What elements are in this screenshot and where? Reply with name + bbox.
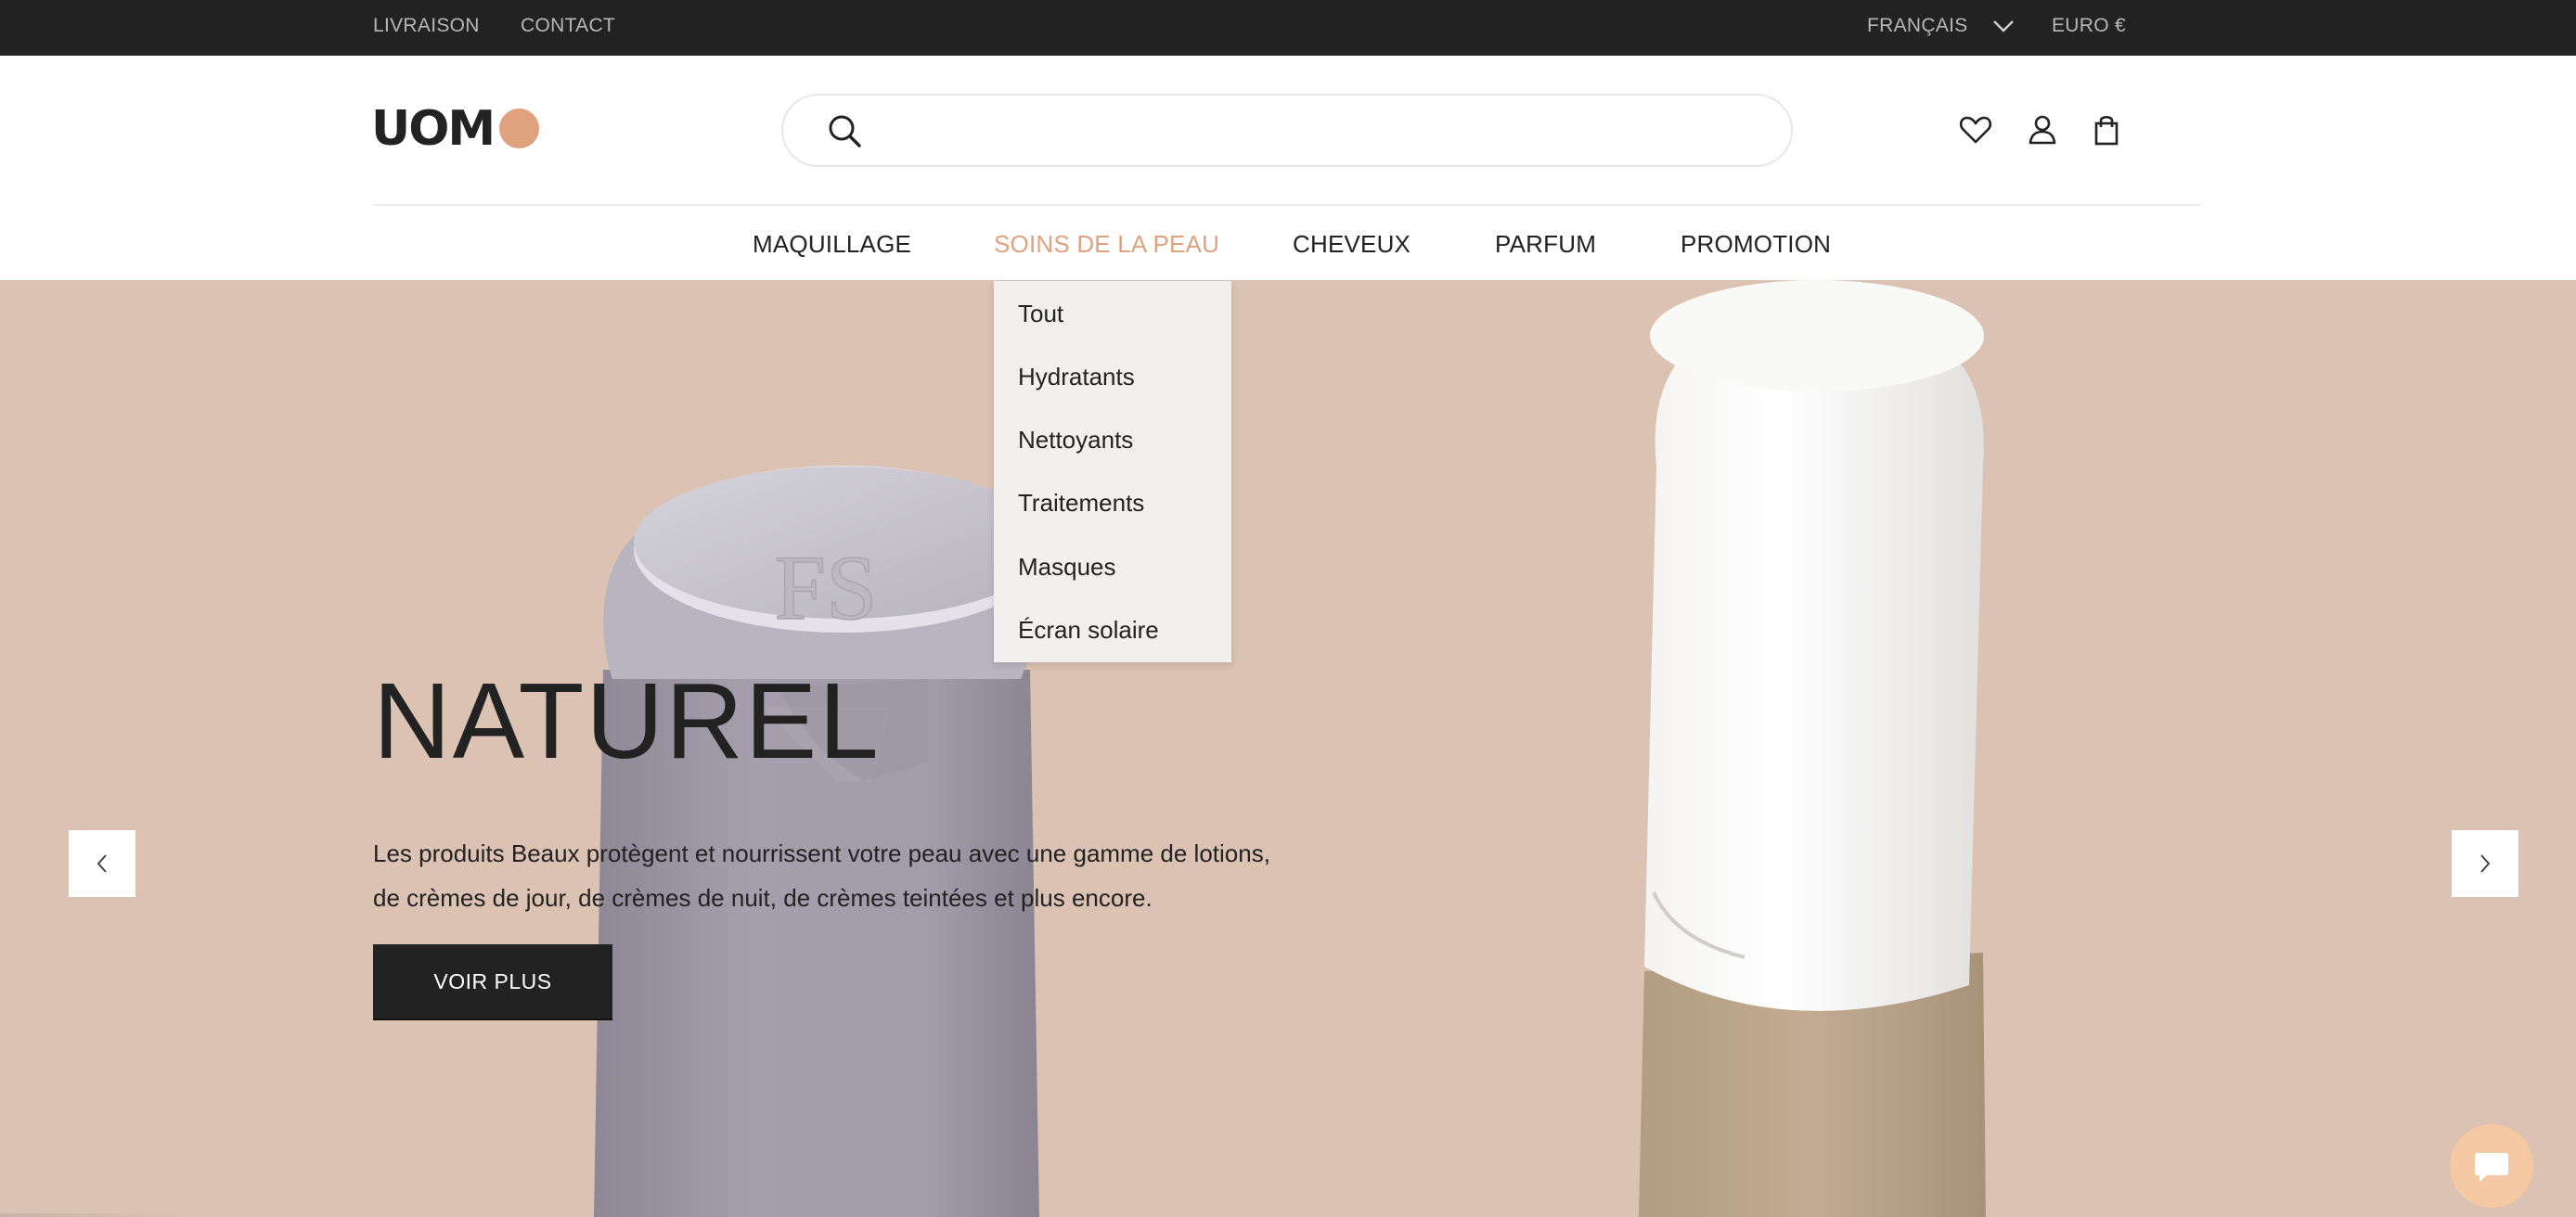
livraison-link[interactable]: LIVRAISON bbox=[373, 0, 480, 56]
logo-text: UOM bbox=[371, 101, 496, 157]
dropdown-item-nettoyants[interactable]: Nettoyants bbox=[1018, 421, 1133, 458]
hero-slider: FS NATUREL Les produits Beaux protègent … bbox=[0, 280, 2576, 1217]
chevron-down-icon[interactable] bbox=[1990, 16, 2017, 36]
nav-item-promotion[interactable]: PROMOTION bbox=[1681, 225, 1831, 263]
contact-link[interactable]: CONTACT bbox=[521, 0, 615, 56]
bottom-edge-shadow bbox=[0, 1213, 186, 1217]
nav-item-parfum[interactable]: PARFUM bbox=[1495, 225, 1596, 263]
dropdown-item-hydratants[interactable]: Hydratants bbox=[1018, 358, 1135, 395]
heart-icon[interactable] bbox=[1957, 111, 1994, 148]
user-icon[interactable] bbox=[2024, 111, 2061, 148]
slider-next-button[interactable] bbox=[2452, 830, 2518, 897]
logo-dot bbox=[499, 109, 539, 148]
chevron-right-icon bbox=[2480, 854, 2491, 873]
currency-selector[interactable]: EURO € bbox=[2052, 0, 2126, 56]
nav-item-cheveux[interactable]: CHEVEUX bbox=[1293, 225, 1410, 263]
hero-title: NATUREL bbox=[373, 660, 881, 781]
chat-button[interactable] bbox=[2450, 1124, 2533, 1208]
hero-description-line-1: Les produits Beaux protègent et nourriss… bbox=[373, 839, 1270, 867]
search-bar[interactable] bbox=[781, 94, 1793, 167]
hero-description: Les produits Beaux protègent et nourriss… bbox=[373, 831, 1301, 920]
voir-plus-button[interactable]: VOIR PLUS bbox=[373, 944, 612, 1018]
header-divider bbox=[373, 204, 2201, 206]
dropdown-item-traitements[interactable]: Traitements bbox=[1018, 484, 1144, 521]
nav-item-soins-de-la-peau[interactable]: SOINS DE LA PEAU bbox=[994, 225, 1219, 263]
nav-item-maquillage[interactable]: MAQUILLAGE bbox=[753, 225, 911, 263]
dropdown-item-ecran-solaire[interactable]: Écran solaire bbox=[1018, 611, 1159, 648]
search-input[interactable] bbox=[880, 109, 1752, 153]
language-selector[interactable]: FRANÇAIS bbox=[1867, 0, 1968, 56]
dropdown-item-masques[interactable]: Masques bbox=[1018, 548, 1116, 585]
dropdown-item-tout[interactable]: Tout bbox=[1018, 295, 1063, 332]
slider-prev-button[interactable] bbox=[69, 830, 135, 897]
hero-description-line-2: de crèmes de jour, de crèmes de nuit, de… bbox=[373, 884, 1153, 912]
soins-dropdown-menu: Tout Hydratants Nettoyants Traitements M… bbox=[994, 281, 1231, 662]
shopping-bag-icon[interactable] bbox=[2088, 111, 2125, 148]
chevron-left-icon bbox=[97, 854, 107, 873]
chat-icon bbox=[2475, 1153, 2508, 1182]
search-icon[interactable] bbox=[826, 112, 863, 149]
top-bar: LIVRAISON CONTACT FRANÇAIS EURO € bbox=[0, 0, 2576, 56]
bottle-mark: FS bbox=[774, 536, 877, 639]
